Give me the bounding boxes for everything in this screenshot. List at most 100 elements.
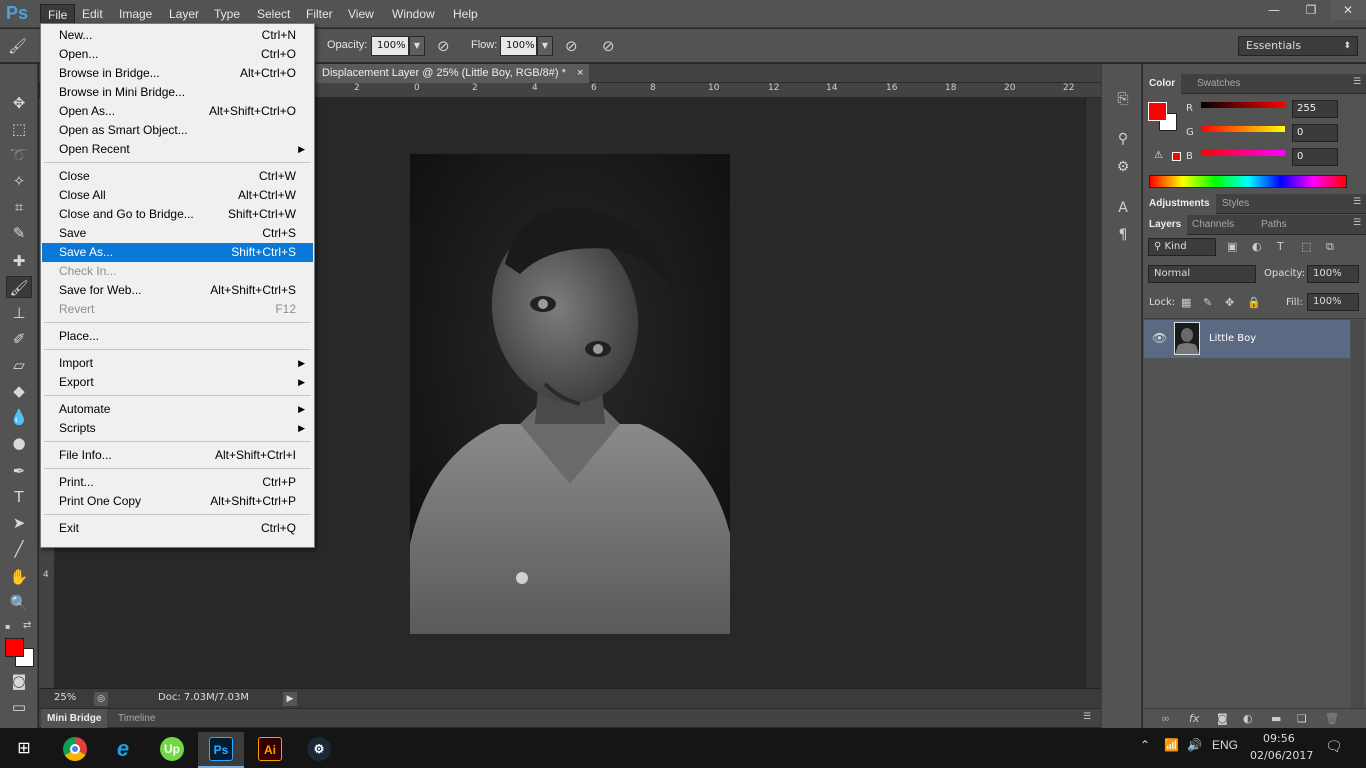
eraser-tool-icon[interactable]: ▱ (6, 354, 32, 376)
menu-layer[interactable]: Layer (162, 4, 206, 24)
magic-wand-tool-icon[interactable]: ✧ (6, 170, 32, 192)
menu-select[interactable]: Select (250, 4, 297, 24)
file-menu-item-open-as-smart-object[interactable]: Open as Smart Object... (42, 121, 313, 140)
file-menu-item-open-recent[interactable]: Open Recent ▶ (42, 140, 313, 159)
lock-transparent-icon[interactable]: ▦ (1181, 296, 1191, 309)
workspace-switcher[interactable]: Essentials ⬍ (1238, 36, 1358, 56)
menu-edit[interactable]: Edit (75, 4, 110, 24)
history-icon[interactable]: ⎘ (1114, 90, 1132, 108)
menu-file[interactable]: File (40, 4, 76, 24)
menu-filter[interactable]: Filter (299, 4, 340, 24)
tab-color[interactable]: Color (1143, 74, 1182, 94)
file-menu-item-automate[interactable]: Automate ▶ (42, 400, 313, 419)
tab-adjustments[interactable]: Adjustments (1143, 194, 1216, 214)
notifications-icon[interactable]: 🗨 (1325, 738, 1343, 755)
windows-start-icon[interactable]: ⊞ (0, 728, 48, 768)
volume-icon[interactable]: 🔊 (1187, 738, 1202, 752)
healing-brush-tool-icon[interactable]: ✚ (6, 250, 32, 272)
r-slider[interactable] (1201, 102, 1285, 108)
file-menu-item-print[interactable]: Print... Ctrl+P (42, 473, 313, 492)
file-menu-item-close-and-go-to-bridge[interactable]: Close and Go to Bridge... Shift+Ctrl+W (42, 205, 313, 224)
file-menu-item-new[interactable]: New... Ctrl+N (42, 26, 313, 45)
internet-explorer-app[interactable]: e (100, 732, 146, 768)
smart-object-filter-icon[interactable]: ⧉ (1326, 240, 1334, 254)
type-tool-icon[interactable]: T (6, 486, 32, 508)
paint-bucket-tool-icon[interactable]: ◆ (6, 380, 32, 402)
eyedropper-tool-icon[interactable]: ✎ (6, 222, 32, 244)
brush-presets-icon[interactable]: ⚲ (1114, 130, 1132, 148)
r-value-input[interactable]: 255 (1292, 100, 1338, 118)
b-slider[interactable] (1201, 150, 1285, 156)
file-menu-item-save[interactable]: Save Ctrl+S (42, 224, 313, 243)
vertical-scrollbar[interactable] (1085, 98, 1101, 688)
zoom-level[interactable]: 25% (54, 692, 76, 703)
default-colors-icon[interactable]: ▪ (5, 622, 15, 632)
tab-close-icon[interactable]: × (577, 67, 583, 79)
gamut-swatch[interactable] (1172, 152, 1181, 161)
crop-tool-icon[interactable]: ⌗ (6, 196, 32, 218)
show-hidden-icons[interactable]: ⌃ (1140, 738, 1150, 752)
clock-date[interactable]: 02/06/2017 (1250, 749, 1313, 762)
add-mask-icon[interactable]: ◙ (1217, 712, 1228, 725)
steam-app[interactable]: ⚙ (296, 732, 342, 768)
file-menu-item-scripts[interactable]: Scripts ▶ (42, 419, 313, 438)
marquee-tool-icon[interactable]: ⬚ (6, 118, 32, 140)
shape-filter-icon[interactable]: ⬚ (1301, 240, 1311, 253)
pen-tool-icon[interactable]: ✒ (6, 460, 32, 482)
file-menu-item-exit[interactable]: Exit Ctrl+Q (42, 519, 313, 538)
document-image[interactable] (410, 154, 730, 634)
pixel-filter-icon[interactable]: ▣ (1227, 240, 1237, 253)
move-tool-icon[interactable]: ✥ (6, 92, 32, 114)
lock-position-icon[interactable]: ✥ (1225, 296, 1234, 309)
layer-opacity-input[interactable]: 100% (1307, 265, 1359, 283)
menu-view[interactable]: View (341, 4, 381, 24)
file-menu-item-open-as[interactable]: Open As... Alt+Shift+Ctrl+O (42, 102, 313, 121)
panel-menu-icon[interactable]: ☰ (1353, 218, 1361, 228)
pressure-opacity-icon[interactable]: ⊘ (437, 37, 450, 55)
screen-mode-icon[interactable]: ▭ (6, 696, 32, 718)
file-menu-item-export[interactable]: Export ▶ (42, 373, 313, 392)
new-adjustment-icon[interactable]: ◐ (1243, 712, 1253, 725)
file-menu-item-save-as[interactable]: Save As... Shift+Ctrl+S (42, 243, 313, 262)
illustrator-app[interactable]: Ai (247, 732, 293, 768)
eye-icon[interactable]: 👁 (1152, 331, 1167, 345)
zoom-tool-icon[interactable]: 🔍 (6, 592, 32, 614)
g-slider[interactable] (1201, 126, 1285, 132)
brush-preset-icon[interactable]: 🖌 (8, 37, 27, 55)
file-menu-item-import[interactable]: Import ▶ (42, 354, 313, 373)
file-menu-item-close-all[interactable]: Close All Alt+Ctrl+W (42, 186, 313, 205)
adjustment-filter-icon[interactable]: ◐ (1252, 240, 1262, 253)
tab-layers[interactable]: Layers (1143, 215, 1188, 235)
lock-image-icon[interactable]: ✎ (1203, 296, 1212, 309)
dodge-tool-icon[interactable]: ● (6, 432, 32, 454)
fill-input[interactable]: 100% (1307, 293, 1359, 311)
menu-type[interactable]: Type (207, 4, 247, 24)
wifi-icon[interactable]: 📶 (1164, 738, 1179, 752)
brush-settings-icon[interactable]: ⚙ (1114, 158, 1132, 176)
delete-layer-icon[interactable]: 🗑 (1325, 712, 1339, 725)
minimize-button[interactable]: — (1256, 0, 1292, 20)
file-menu-item-file-info[interactable]: File Info... Alt+Shift+Ctrl+I (42, 446, 313, 465)
opacity-dropdown[interactable]: ▼ (409, 36, 425, 56)
hand-tool-icon[interactable]: ✋ (6, 566, 32, 588)
file-menu-item-browse-in-mini-bridge[interactable]: Browse in Mini Bridge... (42, 83, 313, 102)
close-button[interactable]: ✕ (1330, 0, 1366, 20)
language-indicator[interactable]: ENG (1212, 738, 1238, 752)
tab-timeline[interactable]: Timeline (112, 709, 161, 729)
airbrush-icon[interactable]: ⊘ (565, 37, 578, 55)
paragraph-icon[interactable]: ¶ (1114, 226, 1132, 244)
status-arrow-icon[interactable]: ▶ (283, 692, 297, 706)
restore-button[interactable]: ❐ (1293, 0, 1329, 20)
opacity-input[interactable]: 100% (371, 36, 409, 56)
blur-tool-icon[interactable]: 💧 (6, 406, 32, 428)
file-menu-item-browse-in-bridge[interactable]: Browse in Bridge... Alt+Ctrl+O (42, 64, 313, 83)
character-icon[interactable]: A (1114, 199, 1132, 217)
file-menu-item-print-one-copy[interactable]: Print One Copy Alt+Shift+Ctrl+P (42, 492, 313, 511)
foreground-color-swatch[interactable] (5, 638, 24, 657)
status-menu-icon[interactable]: ◎ (94, 692, 108, 706)
lock-all-icon[interactable]: 🔒 (1247, 296, 1261, 309)
layers-scrollbar[interactable] (1351, 320, 1364, 720)
file-menu-item-open[interactable]: Open... Ctrl+O (42, 45, 313, 64)
menu-image[interactable]: Image (112, 4, 159, 24)
new-group-icon[interactable]: ▬ (1271, 712, 1281, 725)
